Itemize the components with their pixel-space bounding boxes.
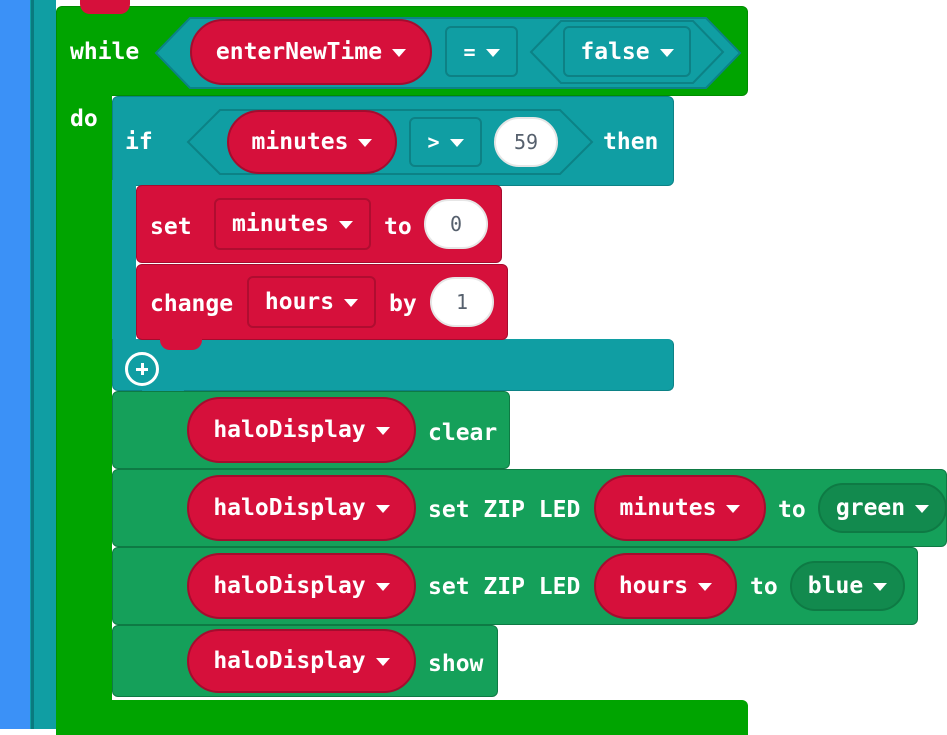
minutes-label: minutes bbox=[251, 129, 349, 155]
top-notch bbox=[80, 0, 130, 14]
color-label: green bbox=[835, 495, 906, 521]
chevron-down-icon bbox=[344, 299, 359, 307]
if-arm bbox=[112, 180, 136, 345]
then-label: then bbox=[603, 129, 659, 155]
set-var-dropdown[interactable]: minutes bbox=[214, 198, 371, 250]
chevron-down-icon bbox=[726, 505, 741, 513]
chevron-down-icon bbox=[338, 221, 353, 229]
plus-circle-icon[interactable] bbox=[125, 352, 159, 386]
halo-show-target-dropdown[interactable]: haloDisplay bbox=[187, 629, 416, 693]
chevron-down-icon bbox=[375, 505, 390, 513]
halo-led-hours-target-dropdown[interactable]: haloDisplay bbox=[187, 553, 416, 619]
green-color-dropdown[interactable]: green bbox=[818, 483, 947, 533]
while-bottom-cap bbox=[56, 700, 748, 735]
do-label: do bbox=[70, 106, 98, 132]
chevron-down-icon bbox=[375, 583, 390, 591]
chevron-down-icon bbox=[873, 583, 888, 591]
left-edge-bar bbox=[0, 0, 30, 729]
if-label: if bbox=[125, 129, 153, 155]
chevron-down-icon bbox=[449, 139, 464, 147]
led-hours-var-dropdown[interactable]: hours bbox=[594, 553, 737, 619]
clear-label: clear bbox=[428, 420, 498, 446]
blue-color-dropdown[interactable]: blue bbox=[790, 561, 905, 611]
halo-target-label: haloDisplay bbox=[213, 417, 366, 443]
enterNewTime-dropdown[interactable]: enterNewTime bbox=[190, 19, 432, 85]
by-label: by bbox=[389, 291, 417, 317]
led-to-label: to bbox=[778, 497, 806, 523]
chevron-down-icon bbox=[375, 658, 390, 666]
change-bottom-notch bbox=[160, 338, 202, 350]
set-to-label: to bbox=[384, 214, 412, 240]
change-value-input[interactable]: 1 bbox=[430, 277, 494, 327]
chevron-down-icon bbox=[375, 427, 390, 435]
halo-target-label: haloDisplay bbox=[213, 648, 366, 674]
false-dropdown[interactable]: false bbox=[563, 26, 691, 77]
enterNewTime-label: enterNewTime bbox=[215, 39, 383, 65]
chevron-down-icon bbox=[358, 139, 373, 147]
false-label: false bbox=[580, 38, 650, 65]
chevron-down-icon bbox=[485, 48, 500, 57]
greater-than-dropdown[interactable]: > bbox=[409, 117, 482, 167]
set-label: set bbox=[150, 214, 192, 240]
led-var-label: hours bbox=[618, 573, 689, 599]
halo-clear-target-dropdown[interactable]: haloDisplay bbox=[187, 397, 416, 463]
set-value-input[interactable]: 0 bbox=[424, 199, 488, 249]
set-zip-led-label: set ZIP LED bbox=[428, 574, 581, 600]
fifty-nine-number-input[interactable]: 59 bbox=[494, 117, 558, 167]
change-label: change bbox=[150, 291, 234, 317]
change-var-dropdown[interactable]: hours bbox=[247, 276, 376, 328]
operator-label: > bbox=[427, 130, 440, 154]
change-var-label: hours bbox=[264, 289, 335, 315]
set-var-label: minutes bbox=[232, 211, 329, 237]
chevron-down-icon bbox=[392, 49, 407, 57]
left-edge-bar-dark bbox=[31, 0, 34, 729]
chevron-down-icon bbox=[915, 505, 930, 513]
led-to-label: to bbox=[750, 574, 778, 600]
halo-led-minutes-target-dropdown[interactable]: haloDisplay bbox=[187, 475, 416, 541]
equals-operator-dropdown[interactable]: = bbox=[445, 26, 518, 77]
show-label: show bbox=[428, 651, 484, 677]
chevron-down-icon bbox=[698, 583, 713, 591]
while-arm bbox=[56, 90, 112, 729]
operator-label: = bbox=[463, 39, 476, 64]
halo-target-label: haloDisplay bbox=[213, 495, 366, 521]
color-label: blue bbox=[807, 573, 864, 599]
halo-target-label: haloDisplay bbox=[213, 573, 366, 599]
led-var-label: minutes bbox=[619, 495, 717, 521]
while-label: while bbox=[70, 39, 140, 65]
minutes-condition-dropdown[interactable]: minutes bbox=[227, 110, 397, 174]
led-minutes-var-dropdown[interactable]: minutes bbox=[594, 475, 766, 541]
chevron-down-icon bbox=[659, 48, 674, 57]
set-zip-led-label: set ZIP LED bbox=[428, 497, 581, 523]
